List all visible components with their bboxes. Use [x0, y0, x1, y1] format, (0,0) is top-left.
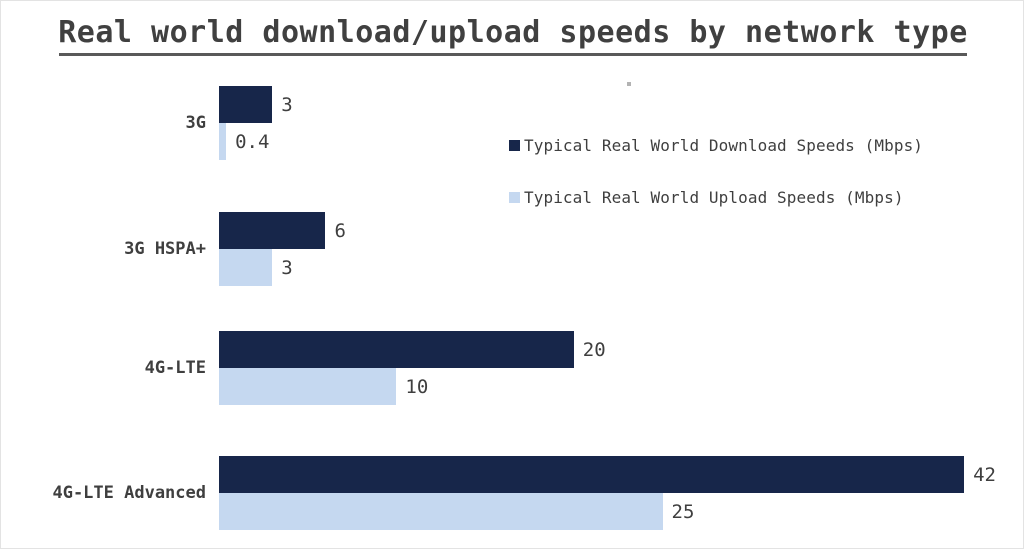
bar-value-label: 3	[281, 256, 293, 279]
bar-download[interactable]	[219, 456, 965, 493]
legend-item-download[interactable]: Typical Real World Download Speeds (Mbps…	[509, 136, 923, 155]
category-label: 3G HSPA+	[124, 239, 206, 259]
legend-item-upload[interactable]: Typical Real World Upload Speeds (Mbps)	[509, 188, 904, 207]
bar-upload[interactable]	[219, 368, 397, 405]
bar-download[interactable]	[219, 212, 326, 249]
bar-value-label: 25	[671, 500, 695, 523]
bar-value-label: 6	[334, 219, 346, 242]
plot-area: 3G 3 0.4 3G HSPA+ 6 3 4G-LTE 20 10 4G-LTE Advance…	[1, 1, 1023, 548]
category-label: 4G-LTE Advanced	[52, 483, 206, 503]
bar-value-label: 3	[281, 93, 293, 116]
legend-item-label: Typical Real World Download Speeds (Mbps…	[524, 136, 924, 155]
chart-canvas: Real world download/upload speeds by net…	[0, 0, 1024, 549]
category-label: 3G	[185, 113, 206, 133]
category-label: 4G-LTE	[144, 358, 206, 378]
bar-download[interactable]	[219, 331, 574, 368]
bar-upload[interactable]	[219, 123, 227, 160]
bar-value-label: 10	[405, 375, 429, 398]
bar-value-label: 0.4	[235, 130, 270, 153]
bar-download[interactable]	[219, 86, 273, 123]
legend-item-label: Typical Real World Upload Speeds (Mbps)	[524, 188, 904, 207]
bar-upload[interactable]	[219, 493, 663, 530]
square-swatch-icon	[509, 192, 520, 203]
bar-upload[interactable]	[219, 249, 273, 286]
bar-value-label: 20	[582, 338, 606, 361]
bar-value-label: 42	[973, 463, 996, 486]
square-swatch-icon	[509, 140, 520, 151]
